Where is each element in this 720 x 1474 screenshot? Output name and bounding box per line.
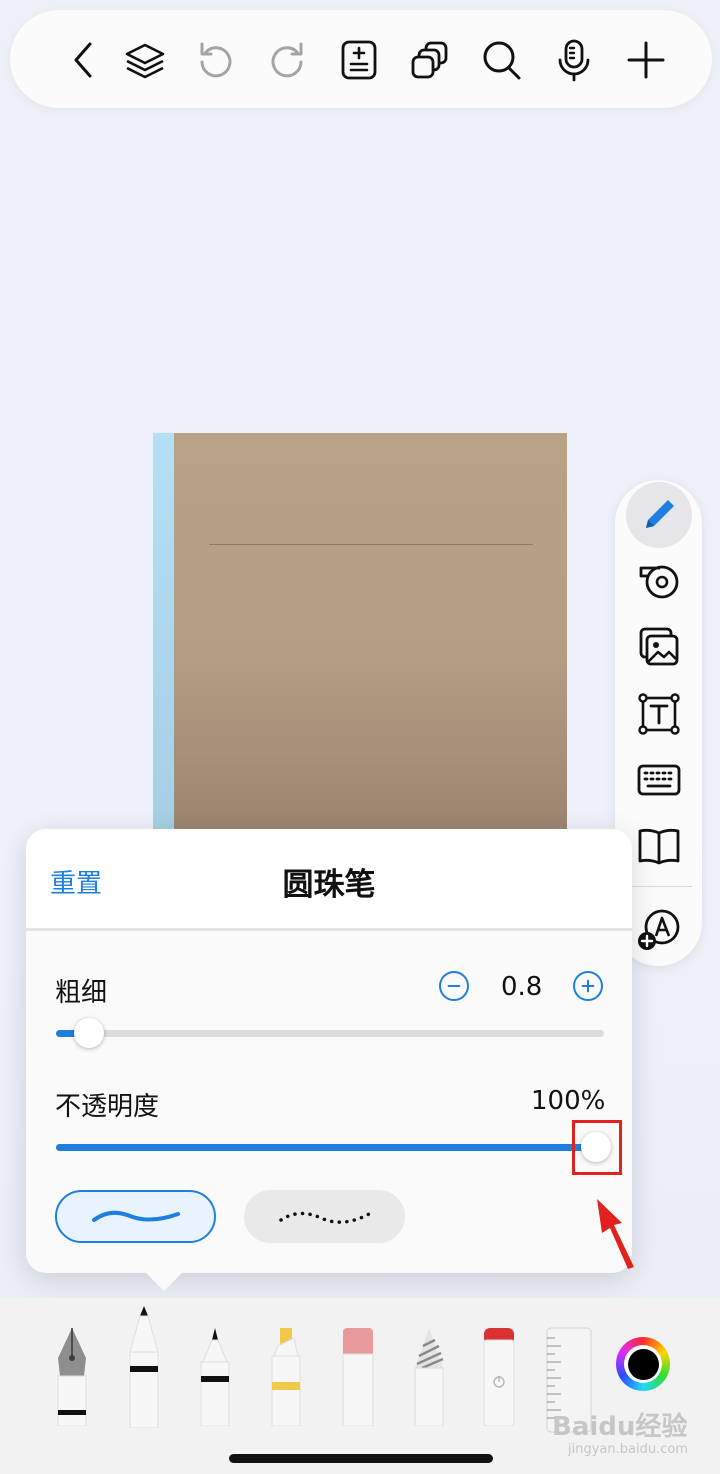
popover-title: 圆珠笔 xyxy=(282,867,376,903)
current-color-swatch xyxy=(627,1348,659,1380)
fineliner-pen-icon[interactable] xyxy=(199,1326,231,1426)
duplicate-icon[interactable] xyxy=(404,34,456,86)
pen-settings-popover: 重置 圆珠笔 粗细 0.8 不透明度 100% xyxy=(26,829,632,1291)
opacity-slider-fill xyxy=(56,1144,596,1151)
layers-icon[interactable] xyxy=(119,34,171,86)
increase-thickness-button[interactable] xyxy=(573,971,603,1001)
watermark-site: jingyan.baidu.com xyxy=(568,1442,688,1457)
opacity-slider[interactable] xyxy=(56,1144,596,1151)
color-picker-button[interactable] xyxy=(616,1337,670,1391)
solid-stroke-button[interactable] xyxy=(55,1190,216,1243)
pen-tool-icon[interactable] xyxy=(626,482,692,548)
redo-icon[interactable] xyxy=(261,34,313,86)
search-icon[interactable] xyxy=(476,34,528,86)
undo-icon[interactable] xyxy=(190,34,242,86)
popover-arrow xyxy=(142,1269,186,1291)
tape-icon[interactable] xyxy=(626,548,692,614)
watermark-logo: Baidu经验 xyxy=(552,1412,688,1442)
thickness-value: 0.8 xyxy=(501,972,543,1002)
dotted-stroke-icon xyxy=(278,1211,371,1224)
highlighter-icon[interactable] xyxy=(270,1326,302,1426)
annotation-arrow-icon xyxy=(597,1199,634,1269)
minus-icon xyxy=(447,985,461,987)
home-indicator[interactable] xyxy=(229,1454,493,1463)
plus-icon xyxy=(581,979,595,993)
dotted-stroke-button[interactable] xyxy=(244,1190,405,1243)
add-sticker-icon[interactable] xyxy=(626,896,692,962)
ballpoint-pen-icon[interactable] xyxy=(126,1304,162,1428)
eraser-soft-icon[interactable] xyxy=(341,1326,375,1426)
notebook-title-line xyxy=(209,544,533,545)
eraser-icon[interactable] xyxy=(482,1326,516,1426)
thickness-slider[interactable] xyxy=(56,1030,604,1037)
notebook-cover-face xyxy=(174,433,567,833)
pencil-icon[interactable] xyxy=(413,1326,445,1426)
color-picker-ring xyxy=(624,1345,662,1383)
annotation-highlight-box xyxy=(572,1120,622,1175)
decrease-thickness-button[interactable] xyxy=(439,971,469,1001)
thickness-slider-thumb[interactable] xyxy=(74,1018,104,1048)
page-settings-icon[interactable] xyxy=(333,34,385,86)
microphone-icon[interactable] xyxy=(548,34,600,86)
opacity-value: 100% xyxy=(531,1086,606,1116)
notebook-spine xyxy=(153,433,174,833)
solid-stroke-icon xyxy=(91,1210,180,1222)
add-icon[interactable] xyxy=(620,34,672,86)
text-box-icon[interactable] xyxy=(626,681,692,747)
popover-header-divider xyxy=(26,928,632,931)
side-panel-divider xyxy=(625,886,692,887)
image-icon[interactable] xyxy=(626,614,692,680)
thickness-label: 粗细 xyxy=(55,978,108,1008)
back-icon[interactable] xyxy=(58,34,110,86)
book-icon[interactable] xyxy=(626,813,692,879)
keyboard-icon[interactable] xyxy=(626,747,692,813)
top-toolbar xyxy=(10,10,712,108)
notebook-cover[interactable] xyxy=(153,433,567,833)
fountain-pen-icon[interactable] xyxy=(52,1326,92,1426)
opacity-label: 不透明度 xyxy=(55,1092,160,1122)
